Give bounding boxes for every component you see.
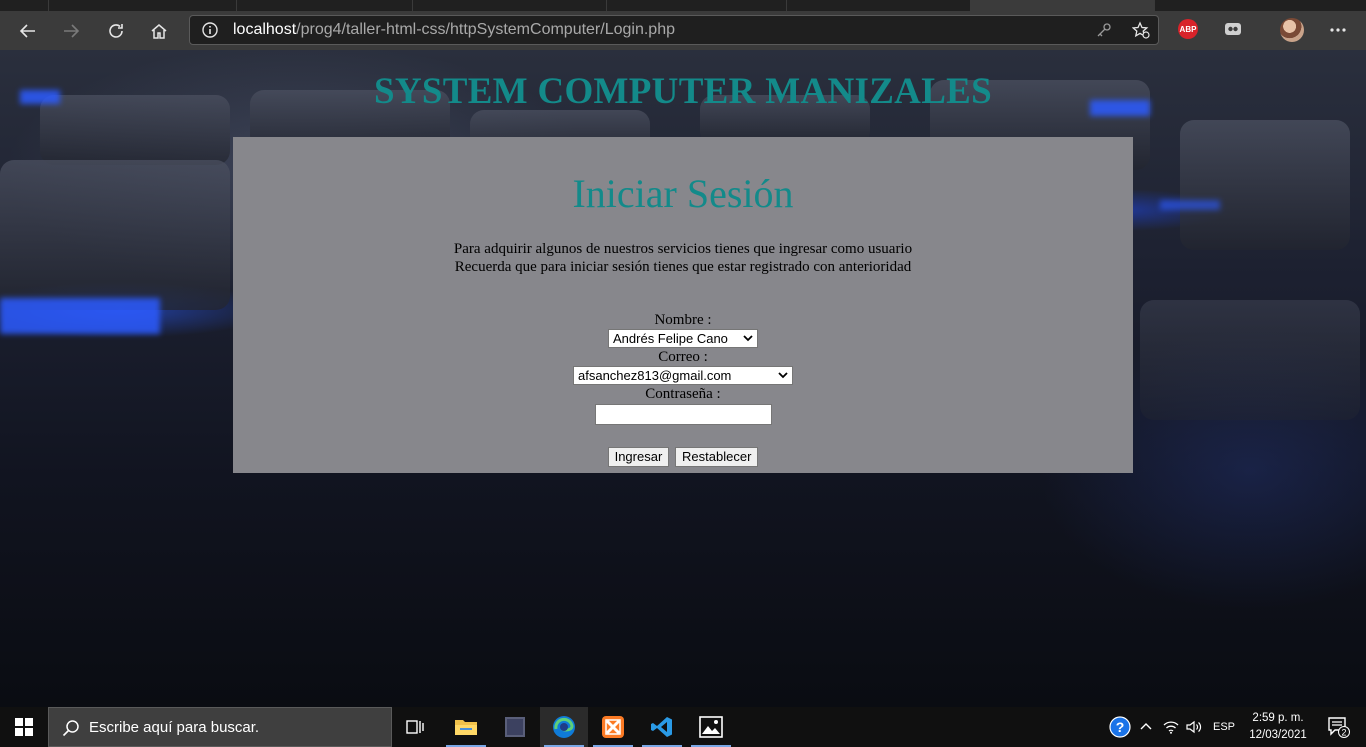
password-label: Contraseña :	[645, 386, 721, 402]
more-menu-icon[interactable]	[1329, 21, 1347, 44]
clock-date: 12/03/2021	[1249, 729, 1307, 741]
edge-icon	[553, 716, 575, 738]
browser-toolbar: localhost/prog4/taller-html-css/httpSyst…	[0, 11, 1366, 50]
forward-arrow-icon	[64, 24, 80, 38]
url-path: /prog4/taller-html-css/httpSystemCompute…	[296, 21, 675, 38]
forward-button[interactable]	[55, 15, 87, 47]
browser-tab[interactable]	[412, 0, 607, 11]
xampp-button[interactable]	[589, 707, 637, 747]
reset-button[interactable]: Restablecer	[675, 447, 759, 467]
back-arrow-icon	[19, 24, 35, 38]
refresh-button[interactable]	[100, 15, 132, 47]
home-icon	[151, 24, 167, 39]
photos-icon	[699, 716, 723, 738]
adblock-plus-icon[interactable]: ABP	[1178, 19, 1198, 39]
browser-tab[interactable]	[786, 0, 971, 11]
photos-button[interactable]	[687, 707, 735, 747]
login-heading: Iniciar Sesión	[572, 171, 794, 216]
url-text: localhost/prog4/taller-html-css/httpSyst…	[233, 21, 675, 39]
extension-icon[interactable]	[1224, 22, 1242, 41]
url-host: localhost	[233, 21, 297, 38]
search-placeholder: Escribe aquí para buscar.	[89, 719, 260, 736]
language-indicator[interactable]: ESP	[1208, 707, 1240, 747]
svg-text:?: ?	[1116, 719, 1125, 735]
browser-tab[interactable]	[606, 0, 787, 11]
address-bar[interactable]: localhost/prog4/taller-html-css/httpSyst…	[189, 15, 1159, 45]
email-select-value: afsanchez813@gmail.com	[578, 368, 732, 383]
help-icon[interactable]: ?	[1107, 707, 1133, 747]
email-label: Correo :	[658, 349, 708, 365]
start-button[interactable]	[0, 707, 48, 747]
file-explorer-button[interactable]	[442, 707, 490, 747]
clock-time: 2:59 p. m.	[1252, 712, 1304, 724]
image-viewer-icon	[505, 717, 525, 737]
taskbar-clock[interactable]: 2:59 p. m. 12/03/2021	[1240, 710, 1316, 744]
intro-line: Para adquirir algunos de nuestros servic…	[453, 241, 913, 257]
form-buttons: Ingresar Restablecer	[233, 447, 1133, 467]
email-select[interactable]: afsanchez813@gmail.com	[573, 366, 793, 385]
notification-icon: 2	[1328, 717, 1350, 738]
taskbar: Escribe aquí para buscar. ? ESP 2:59 p. …	[0, 707, 1366, 747]
browser-tab[interactable]	[0, 0, 49, 11]
chevron-down-icon	[743, 335, 753, 342]
add-favorite-icon[interactable]	[1132, 21, 1150, 39]
photos-app-button[interactable]	[491, 707, 539, 747]
profile-avatar[interactable]	[1280, 18, 1304, 42]
password-field[interactable]	[594, 404, 772, 425]
edge-button[interactable]	[540, 707, 588, 747]
name-select-value: Andrés Felipe Cano	[613, 331, 728, 346]
vscode-button[interactable]	[638, 707, 686, 747]
xampp-icon	[602, 716, 624, 738]
browser-tab[interactable]	[48, 0, 237, 11]
vscode-icon	[651, 717, 672, 737]
tab-strip	[0, 0, 1366, 11]
login-intro: Para adquirir algunos de nuestros servic…	[233, 240, 1133, 276]
back-button[interactable]	[12, 15, 44, 47]
browser-tab-active[interactable]	[970, 0, 1155, 11]
chevron-down-icon	[778, 372, 788, 379]
name-label: Nombre :	[654, 312, 712, 328]
page-viewport: SYSTEM COMPUTER MANIZALES Iniciar Sesión…	[0, 50, 1366, 707]
login-form: Nombre : Andrés Felipe Cano Correo : afs…	[233, 311, 1133, 467]
task-view-button[interactable]	[392, 707, 440, 747]
volume-icon[interactable]	[1184, 707, 1204, 747]
intro-line: Recuerda que para iniciar sesión tienes …	[454, 259, 912, 275]
folder-icon	[455, 720, 477, 735]
submit-button[interactable]: Ingresar	[607, 447, 670, 467]
home-button[interactable]	[143, 15, 175, 47]
info-icon[interactable]	[202, 22, 218, 38]
site-title: SYSTEM COMPUTER MANIZALES	[373, 71, 993, 112]
wifi-icon[interactable]	[1161, 707, 1181, 747]
notification-count: 2	[1341, 728, 1346, 738]
chevron-up-icon[interactable]	[1137, 707, 1155, 747]
task-view-icon	[406, 720, 424, 734]
notifications-button[interactable]: 2	[1320, 707, 1356, 747]
windows-logo-icon	[15, 718, 33, 736]
refresh-icon	[109, 24, 123, 38]
login-panel: Iniciar Sesión Para adquirir algunos de …	[233, 137, 1133, 473]
key-icon[interactable]	[1096, 22, 1112, 38]
taskbar-search[interactable]: Escribe aquí para buscar.	[48, 707, 392, 747]
browser-tab[interactable]	[236, 0, 413, 11]
search-icon	[62, 720, 79, 737]
name-select[interactable]: Andrés Felipe Cano	[608, 329, 758, 348]
